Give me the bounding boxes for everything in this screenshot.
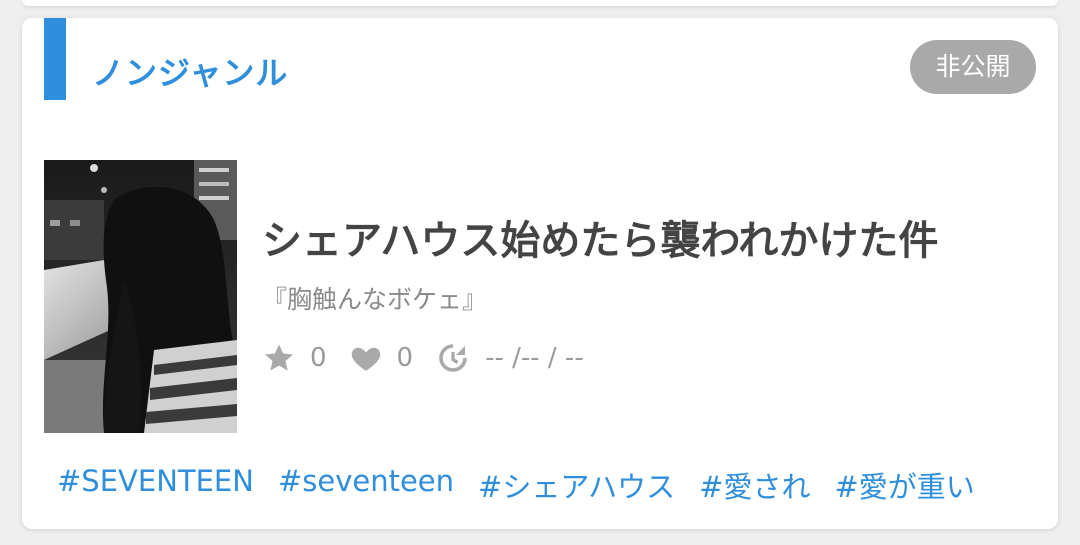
genre-accent-bar [44,18,66,100]
story-author[interactable]: 『胸触んなボケェ』 [262,280,487,316]
history-icon [435,340,471,376]
star-count: 0 [310,343,327,373]
tag[interactable]: #seventeen [278,464,454,506]
tag[interactable]: #愛が重い [834,464,974,506]
tag[interactable]: #SEVENTEEN [57,464,254,506]
tag[interactable]: #愛され [699,464,810,506]
previous-card-edge [22,0,1058,6]
heart-icon [349,341,383,375]
genre-label: ノンジャンル [92,54,289,92]
tag-list: #SEVENTEEN #seventeen #シェアハウス #愛され #愛が重い [57,464,999,506]
heart-count: 0 [396,343,414,373]
tag[interactable]: #シェアハウス [478,464,675,506]
cover-image[interactable] [44,160,237,433]
story-card[interactable]: ノンジャンル 非公開 シェアハウス始めたら襲われかけた件 『胸触んなボケェ』 0… [22,18,1058,529]
story-title[interactable]: シェアハウス始めたら襲われかけた件 [262,208,938,266]
updated-date: -- /-- / -- [485,343,584,373]
story-stats: 0 0 -- /-- / -- [262,338,606,378]
star-icon [262,341,296,375]
visibility-badge: 非公開 [910,40,1036,94]
